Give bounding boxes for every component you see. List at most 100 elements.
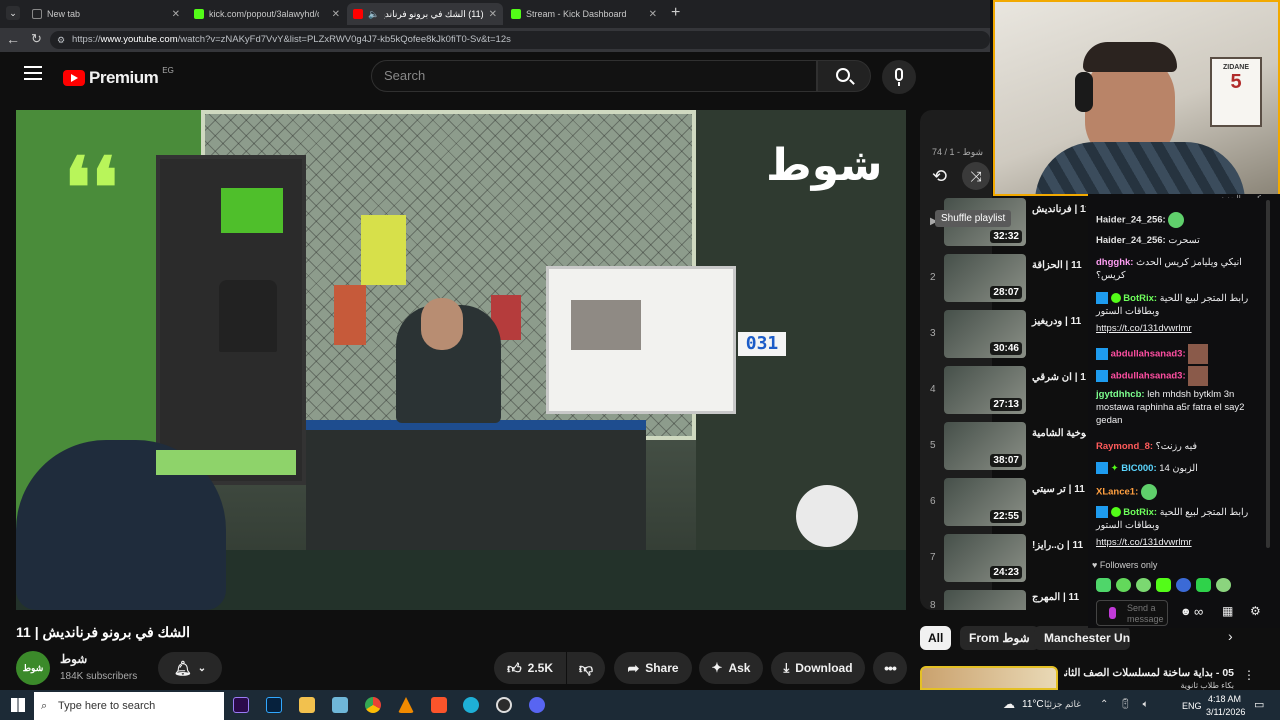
chat-username[interactable]: BotRix: xyxy=(1123,507,1157,518)
photoshop-icon[interactable] xyxy=(266,697,282,713)
search-button[interactable] xyxy=(817,60,871,92)
url-field[interactable]: ⚙ https://www.youtube.com/watch?v=zNAKyF… xyxy=(50,31,990,49)
language-indicator[interactable]: ENG xyxy=(1182,701,1202,711)
brave-icon[interactable] xyxy=(431,697,447,713)
share-button[interactable]: ➦ Share xyxy=(614,652,692,684)
suggested-more-icon[interactable]: ⋮ xyxy=(1243,668,1255,682)
clock-time[interactable]: 4:18 AM xyxy=(1208,694,1241,704)
microphone-icon[interactable] xyxy=(1109,607,1116,619)
premiere-icon[interactable] xyxy=(233,697,249,713)
playlist-item[interactable]: 6 22:55 11 | تر سيتي xyxy=(924,478,1085,528)
chat-username[interactable]: abdullahsanad3: xyxy=(1111,349,1186,360)
send-message-input[interactable]: Send a message xyxy=(1096,600,1168,626)
subscribe-bell-button[interactable]: 🔔︎ ⌄ xyxy=(158,652,222,684)
close-tab-icon[interactable]: ✕ xyxy=(172,9,180,20)
avatar-text: شوط xyxy=(22,663,44,673)
shuffle-icon[interactable]: ⤨ xyxy=(962,162,990,190)
infinity-icon[interactable]: ∞ xyxy=(1194,604,1203,619)
chat-username[interactable]: abdullahsanad3: xyxy=(1111,371,1186,382)
playlist-item-number: 7 xyxy=(930,552,936,563)
chat-username[interactable]: BotRix: xyxy=(1123,293,1157,304)
video-player[interactable]: ❛❛ شوط 031 xyxy=(16,110,906,610)
channel-avatar[interactable]: شوط xyxy=(16,651,50,685)
windows-start-icon[interactable] xyxy=(11,698,25,712)
app-icon[interactable] xyxy=(332,697,348,713)
sticker-image xyxy=(1188,344,1209,364)
store-icon[interactable]: ▦ xyxy=(1222,604,1233,618)
chat-message: XLance1: xyxy=(1096,484,1261,500)
emote-icon[interactable] xyxy=(1136,578,1151,592)
reload-icon[interactable]: ↻ xyxy=(31,31,42,47)
discord-icon[interactable] xyxy=(529,697,545,713)
tab-kick-popout[interactable]: kick.com/popout/3alawyhd/c ✕ xyxy=(188,3,346,25)
chrome-icon[interactable] xyxy=(365,697,381,713)
emote-icon[interactable] xyxy=(1096,578,1111,592)
youtube-logo[interactable]: Premium EG xyxy=(63,66,174,88)
menu-hamburger-icon[interactable] xyxy=(24,66,42,80)
chat-username[interactable]: XLance1: xyxy=(1096,487,1138,498)
emote-icon[interactable] xyxy=(1116,578,1131,592)
emote-icon[interactable] xyxy=(1156,578,1171,592)
system-tray-icons[interactable]: ⌃ 🔋︎ 🔈︎ xyxy=(1100,699,1153,710)
notification-icon[interactable]: ▭ xyxy=(1254,698,1264,711)
file-explorer-icon[interactable] xyxy=(299,697,315,713)
back-arrow-icon[interactable]: ← xyxy=(6,31,20,47)
tab-new-tab[interactable]: New tab ✕ xyxy=(26,3,186,25)
chat-username[interactable]: dhgghk: xyxy=(1096,257,1133,268)
chip-all[interactable]: All xyxy=(920,626,952,650)
obs-icon[interactable] xyxy=(496,697,512,713)
emote-icon[interactable] xyxy=(1196,578,1211,592)
chat-message: jgytdhhcb: leh mhdsh bytklm 3n mostawa r… xyxy=(1096,388,1261,427)
download-button[interactable]: ⤓ Download xyxy=(771,652,865,684)
chat-scrollbar[interactable] xyxy=(1266,200,1270,548)
new-tab-plus-icon[interactable]: + xyxy=(671,4,680,22)
chat-username[interactable]: Raymond_8: xyxy=(1096,441,1153,452)
playlist-item[interactable]: 5 38:07 11 | ملوخية الشامية xyxy=(924,422,1086,472)
suggested-thumbnail[interactable] xyxy=(920,666,1058,690)
chips-next-chevron-icon[interactable]: › xyxy=(1228,628,1233,644)
clock-date[interactable]: 3/11/2026 xyxy=(1206,707,1245,717)
close-tab-icon[interactable]: ✕ xyxy=(332,9,340,20)
chip-manchester-united[interactable]: Manchester United FC xyxy=(1034,626,1130,650)
voice-search-button[interactable] xyxy=(882,60,916,94)
channel-name[interactable]: شوط xyxy=(60,652,87,666)
dislike-button[interactable]: 👎︎ xyxy=(567,652,605,684)
emote-icon[interactable] xyxy=(1216,578,1231,592)
loop-icon[interactable]: ⟲ xyxy=(932,166,947,187)
emote-bar xyxy=(1096,578,1231,592)
playlist-item[interactable]: 2 28:07 11 | الحزاقة xyxy=(924,254,1082,304)
chat-link[interactable]: https://t.co/131dvwrlmr xyxy=(1096,536,1261,549)
close-tab-icon[interactable]: ✕ xyxy=(489,9,497,20)
taskbar-search-input[interactable]: ⌕ Type here to search xyxy=(34,692,224,720)
ask-button[interactable]: ✦ Ask xyxy=(699,652,763,684)
chat-username[interactable]: BIC000: xyxy=(1121,463,1156,474)
like-button[interactable]: 👍︎ 2.5K xyxy=(494,652,566,684)
chat-username[interactable]: jgytdhhcb: xyxy=(1096,389,1145,400)
chat-username[interactable]: Haider_24_256: xyxy=(1096,235,1166,246)
playlist-item[interactable]: 7 24:23 11 | ن..رايز! xyxy=(924,534,1083,584)
settings-gear-icon[interactable]: ⚙ xyxy=(1250,604,1261,618)
suggested-title[interactable]: 05 - بداية ساخنة لمسلسلات الصف الثاني xyxy=(1064,667,1234,679)
search-placeholder: Search xyxy=(384,68,426,83)
site-info-icon[interactable]: ⚙ xyxy=(57,31,65,49)
emoji-picker-icon[interactable]: ☻ xyxy=(1180,606,1192,618)
youtube-icon xyxy=(353,9,363,19)
edge-icon[interactable] xyxy=(463,697,479,713)
more-actions-button[interactable]: ••• xyxy=(873,652,907,684)
tab-youtube-video[interactable]: 🔈 (11) الشك في برونو فرنانديش | ✕ xyxy=(347,3,503,25)
headphones-icon xyxy=(1075,72,1093,112)
playlist-item[interactable]: 4 27:13 11 | ان شرقي xyxy=(924,366,1086,416)
tab-list-chevron-icon[interactable]: ⌄ xyxy=(6,6,20,20)
close-tab-icon[interactable]: ✕ xyxy=(649,9,657,20)
search-input[interactable]: Search xyxy=(371,60,817,92)
bell-icon: 🔔︎ xyxy=(173,659,192,676)
tab-kick-dashboard[interactable]: Stream - Kick Dashboard ✕ xyxy=(505,3,663,25)
chat-link[interactable]: https://t.co/131dvwrlmr xyxy=(1096,322,1261,335)
chat-username[interactable]: Haider_24_256: xyxy=(1096,215,1166,226)
emote-icon[interactable] xyxy=(1176,578,1191,592)
speaker-icon[interactable]: 🔈 xyxy=(368,9,379,20)
playlist-item[interactable]: 8 11 | المهرج xyxy=(924,590,1079,610)
chip-from-channel[interactable]: From شوط xyxy=(960,626,1039,650)
playlist-item-number: 3 xyxy=(930,328,936,339)
playlist-item[interactable]: 3 30:46 11 | ودريغيز xyxy=(924,310,1081,360)
